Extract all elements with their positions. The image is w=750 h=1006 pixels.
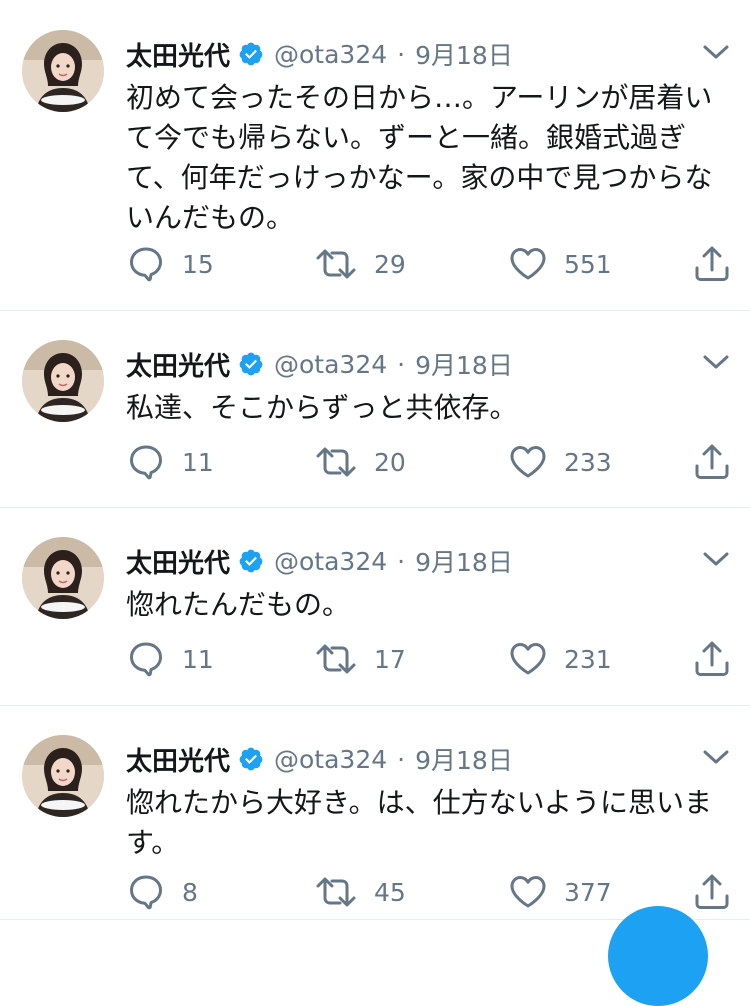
share-icon	[692, 244, 732, 284]
like-count: 377	[564, 877, 612, 907]
tweet-actions: 11 17 231	[126, 637, 736, 681]
retweet-button[interactable]: 45	[314, 870, 406, 914]
reply-icon	[126, 442, 166, 482]
author-name[interactable]: 太田光代	[126, 543, 230, 580]
share-button[interactable]	[692, 637, 732, 681]
chevron-down-icon[interactable]	[700, 547, 732, 571]
retweet-count: 29	[374, 249, 406, 279]
verified-badge-icon	[238, 41, 264, 67]
reply-count: 15	[182, 249, 214, 279]
like-button[interactable]: 233	[508, 440, 612, 484]
header-separator: ·	[397, 744, 406, 774]
reply-button[interactable]: 8	[126, 870, 198, 914]
share-button[interactable]	[692, 440, 732, 484]
tweet-date[interactable]: 9月18日	[415, 543, 513, 579]
avatar[interactable]	[22, 537, 104, 619]
share-button[interactable]	[692, 870, 732, 914]
retweet-icon	[314, 442, 358, 482]
retweet-button[interactable]: 29	[314, 242, 406, 286]
retweet-icon	[314, 639, 358, 679]
heart-icon	[508, 442, 548, 482]
tweet-date[interactable]: 9月18日	[415, 741, 513, 777]
tweet-actions: 11 20 233	[126, 440, 736, 484]
heart-icon	[508, 639, 548, 679]
compose-tweet-button[interactable]	[608, 906, 708, 1006]
tweet-header: 太田光代 @ota324 · 9月18日	[126, 344, 513, 384]
tweet-header: 太田光代 @ota324 · 9月18日	[126, 541, 513, 581]
like-button[interactable]: 551	[508, 242, 612, 286]
tweet-date[interactable]: 9月18日	[415, 36, 513, 72]
reply-count: 8	[182, 877, 198, 907]
like-button[interactable]: 231	[508, 637, 612, 681]
author-name[interactable]: 太田光代	[126, 741, 230, 778]
tweet[interactable]: 太田光代 @ota324 · 9月18日初めて会ったその日から…。アーリンが居着いて今…	[0, 0, 750, 311]
heart-icon	[508, 872, 548, 912]
tweet-header: 太田光代 @ota324 · 9月18日	[126, 34, 513, 74]
retweet-count: 45	[374, 877, 406, 907]
chevron-down-icon[interactable]	[700, 350, 732, 374]
header-separator: ·	[397, 349, 406, 379]
avatar[interactable]	[22, 30, 104, 112]
avatar[interactable]	[22, 340, 104, 422]
tweet-header: 太田光代 @ota324 · 9月18日	[126, 739, 513, 779]
reply-count: 11	[182, 644, 214, 674]
retweet-count: 20	[374, 447, 406, 477]
tweet-date[interactable]: 9月18日	[415, 346, 513, 382]
verified-badge-icon	[238, 351, 264, 377]
retweet-count: 17	[374, 644, 406, 674]
share-icon	[692, 872, 732, 912]
share-icon	[692, 442, 732, 482]
reply-button[interactable]: 11	[126, 440, 214, 484]
tweet-actions: 15 29 551	[126, 242, 736, 286]
header-separator: ·	[397, 39, 406, 69]
tweet-text: 初めて会ったその日から…。アーリンが居着いて今でも帰らない。ずーと一緒。銀婚式過…	[126, 81, 713, 234]
author-name[interactable]: 太田光代	[126, 346, 230, 383]
retweet-icon	[314, 872, 358, 912]
reply-icon	[126, 244, 166, 284]
verified-badge-icon	[238, 746, 264, 772]
retweet-button[interactable]: 17	[314, 637, 406, 681]
chevron-down-icon[interactable]	[700, 745, 732, 769]
author-handle[interactable]: @ota324	[274, 40, 387, 69]
author-handle[interactable]: @ota324	[274, 547, 387, 576]
like-button[interactable]: 377	[508, 870, 612, 914]
reply-button[interactable]: 11	[126, 637, 214, 681]
heart-icon	[508, 244, 548, 284]
tweet[interactable]: 太田光代 @ota324 · 9月18日私達、そこからずっと共依存。 11 20 233	[0, 310, 750, 508]
author-handle[interactable]: @ota324	[274, 350, 387, 379]
retweet-icon	[314, 244, 358, 284]
tweet-text: 私達、そこからずっと共依存。	[126, 391, 518, 424]
verified-badge-icon	[238, 548, 264, 574]
avatar[interactable]	[22, 735, 104, 817]
header-separator: ·	[397, 546, 406, 576]
retweet-button[interactable]: 20	[314, 440, 406, 484]
share-icon	[692, 639, 732, 679]
like-count: 233	[564, 447, 612, 477]
share-button[interactable]	[692, 242, 732, 286]
reply-button[interactable]: 15	[126, 242, 214, 286]
chevron-down-icon[interactable]	[700, 40, 732, 64]
tweet-feed: 太田光代 @ota324 · 9月18日 初めて会ったその日から…。アーリンが居着いて今…	[0, 0, 750, 920]
author-handle[interactable]: @ota324	[274, 745, 387, 774]
author-name[interactable]: 太田光代	[126, 36, 230, 73]
reply-icon	[126, 639, 166, 679]
reply-icon	[126, 872, 166, 912]
reply-count: 11	[182, 447, 214, 477]
tweet-text: 惚れたから大好き。は、仕方ないように思います。	[126, 786, 713, 859]
tweet[interactable]: 太田光代 @ota324 · 9月18日惚れたんだもの。 11 17 231	[0, 507, 750, 706]
tweet-text: 惚れたんだもの。	[126, 588, 351, 621]
like-count: 231	[564, 644, 612, 674]
like-count: 551	[564, 249, 612, 279]
tweet[interactable]: 太田光代 @ota324 · 9月18日惚れたから大好き。は、仕方ないように思います。…	[0, 705, 750, 920]
